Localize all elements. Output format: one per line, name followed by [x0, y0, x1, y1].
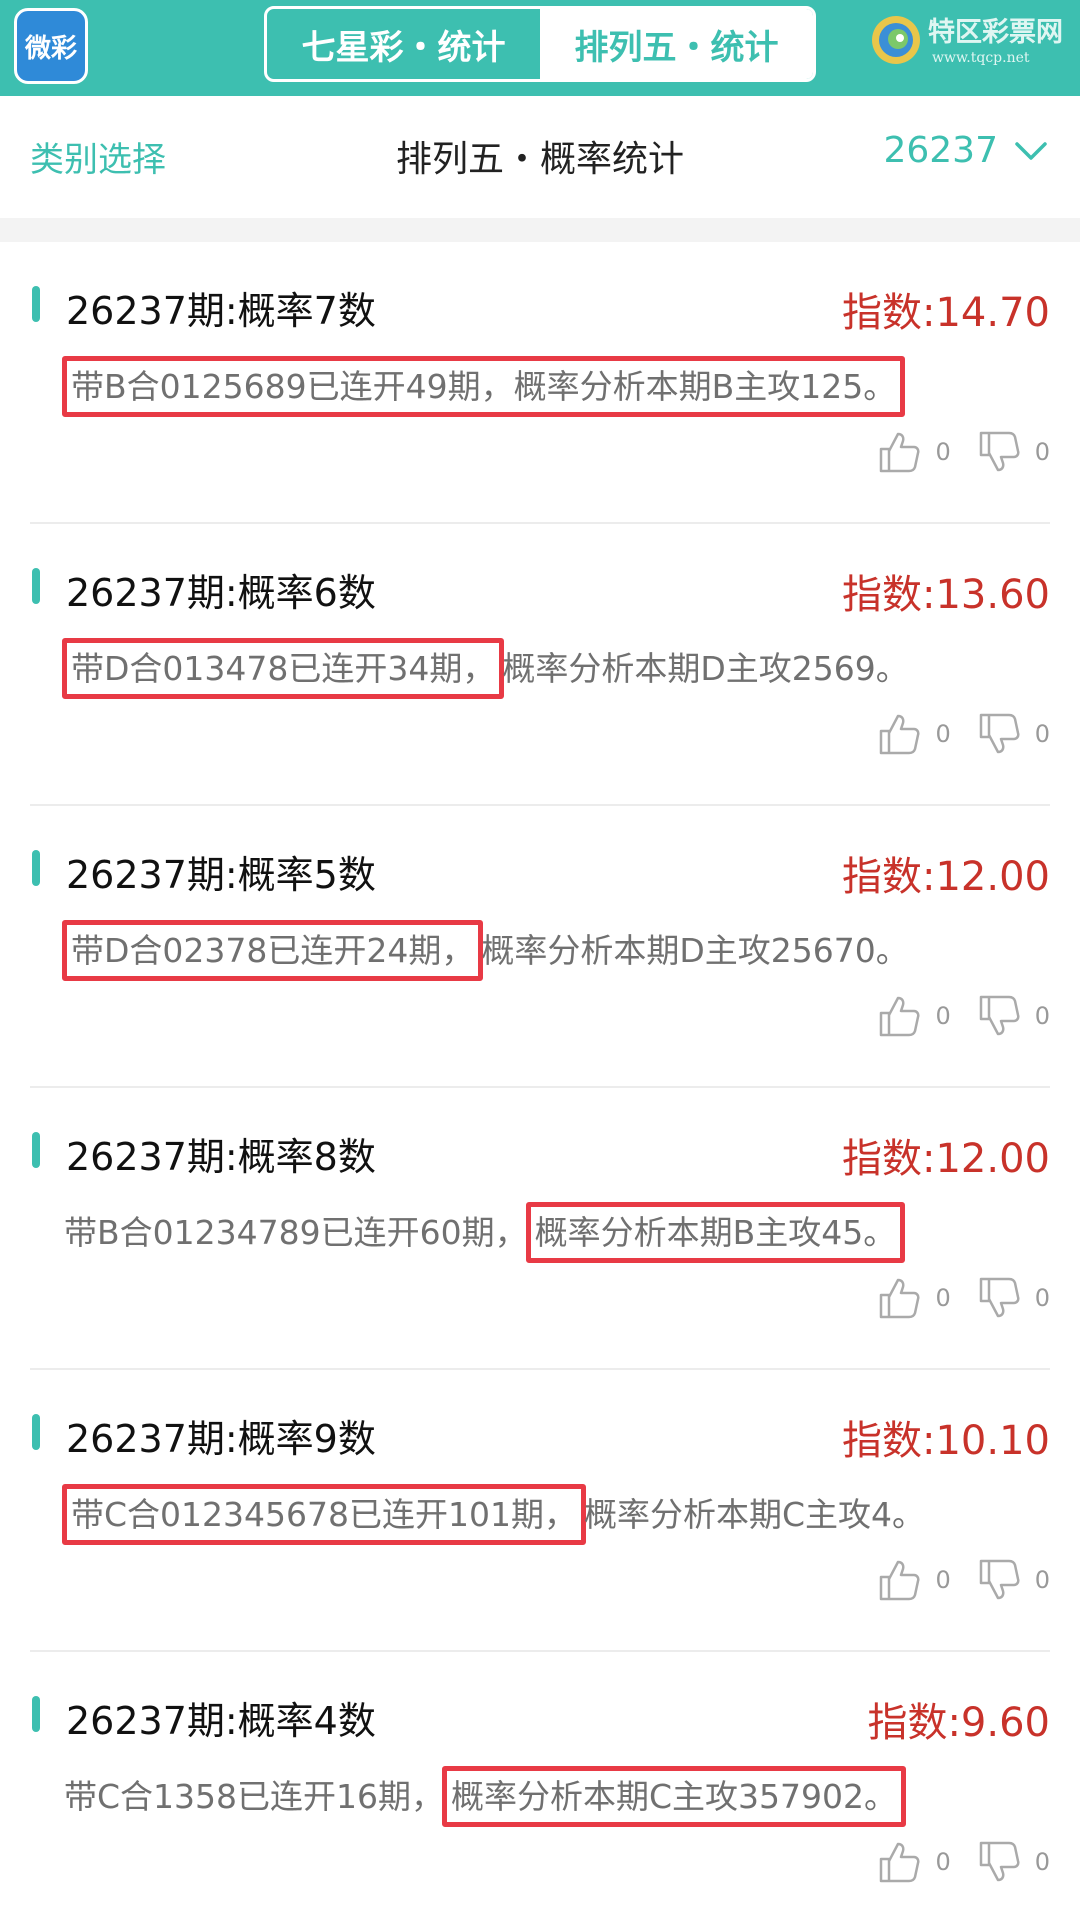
top-bar: 微彩 七星彩・统计 排列五・统计 特区彩票网 www.tqcp.net — [0, 0, 1080, 96]
desc-plain-after: 概率分析本期D主攻25670。 — [481, 931, 909, 970]
desc-highlighted: 概率分析本期B主攻45。 — [525, 1202, 906, 1263]
like-count: 0 — [935, 1848, 951, 1876]
card-description: 带D合013478已连开34期， 概率分析本期D主攻2569。 — [62, 638, 909, 699]
card-accent-bar — [32, 286, 40, 322]
tab-qixingcai[interactable]: 七星彩・统计 — [267, 9, 540, 79]
app-logo-text: 微彩 — [24, 33, 77, 64]
thumbs-up-icon — [880, 1842, 920, 1883]
card-accent-bar — [32, 850, 40, 886]
desc-highlighted: 带C合012345678已连开101期， — [62, 1484, 586, 1545]
card-index: 指数:14.70 — [842, 290, 1050, 336]
desc-highlighted: 带B合0125689已连开49期，概率分析本期B主攻125。 — [62, 356, 906, 417]
card-title: 26237期:概率5数 — [66, 853, 376, 897]
card-accent-bar — [32, 1132, 40, 1168]
desc-highlighted: 带D合02378已连开24期， — [62, 920, 484, 981]
like-count: 0 — [935, 1566, 951, 1594]
stat-card: 26237期:概率9数 指数:10.10 带C合012345678已连开101期… — [30, 1370, 1050, 1652]
card-index: 指数:12.00 — [842, 854, 1050, 900]
thumbs-up-icon — [880, 1278, 920, 1319]
chevron-down-icon — [1015, 141, 1047, 160]
card-title: 26237期:概率6数 — [66, 571, 376, 615]
stat-card: 26237期:概率4数 指数:9.60 带C合1358已连开16期， 概率分析本期… — [30, 1652, 1050, 1932]
card-description: 带C合1358已连开16期， 概率分析本期C主攻357902。 — [64, 1766, 907, 1827]
stat-card-list: 26237期:概率7数 指数:14.70 带B合0125689已连开49期，概率… — [0, 242, 1080, 1932]
vote-bar: 0 0 — [877, 1558, 1050, 1602]
card-description: 带D合02378已连开24期， 概率分析本期D主攻25670。 — [62, 920, 909, 981]
like-button[interactable]: 0 — [877, 712, 951, 756]
card-description: 带B合01234789已连开60期， 概率分析本期B主攻45。 — [64, 1202, 906, 1263]
thumbs-up-icon — [880, 714, 920, 755]
like-count: 0 — [935, 1002, 951, 1030]
card-accent-bar — [32, 568, 40, 604]
issue-number: 26237 — [883, 130, 998, 171]
dislike-button[interactable]: 0 — [977, 994, 1050, 1038]
card-title: 26237期:概率9数 — [66, 1417, 376, 1461]
like-button[interactable]: 0 — [877, 1276, 951, 1320]
thumbs-down-icon — [979, 1841, 1020, 1882]
like-count: 0 — [935, 720, 951, 748]
thumbs-up-icon — [880, 1560, 920, 1601]
brand-watermark: 特区彩票网 www.tqcp.net — [870, 8, 1070, 78]
dislike-button[interactable]: 0 — [977, 430, 1050, 474]
section-divider — [0, 218, 1080, 242]
stat-card: 26237期:概率8数 指数:12.00 带B合01234789已连开60期，概… — [30, 1088, 1050, 1370]
vote-bar: 0 0 — [877, 1276, 1050, 1320]
app-logo[interactable]: 微彩 — [14, 8, 88, 84]
card-title: 26237期:概率7数 — [66, 289, 376, 333]
thumbs-down-icon — [979, 1277, 1020, 1318]
stat-card: 26237期:概率7数 指数:14.70 带B合0125689已连开49期，概率… — [30, 242, 1050, 524]
dislike-button[interactable]: 0 — [977, 1558, 1050, 1602]
vote-bar: 0 0 — [877, 430, 1050, 474]
page-header: 类别选择 排列五・概率统计 26237 — [0, 96, 1080, 218]
like-button[interactable]: 0 — [877, 1558, 951, 1602]
brand-name: 特区彩票网 — [928, 17, 1063, 48]
vote-bar: 0 0 — [877, 994, 1050, 1038]
dislike-count: 0 — [1034, 1284, 1050, 1312]
dislike-count: 0 — [1034, 1566, 1050, 1594]
dislike-count: 0 — [1034, 720, 1050, 748]
stat-card: 26237期:概率6数 指数:13.60 带D合013478已连开34期， 概率分… — [30, 524, 1050, 806]
card-title: 26237期:概率4数 — [66, 1699, 376, 1743]
thumbs-up-icon — [880, 432, 920, 473]
desc-highlighted: 带D合013478已连开34期， — [62, 638, 505, 699]
issue-select-dropdown[interactable]: 26237 — [883, 130, 1048, 171]
vote-bar: 0 0 — [877, 1840, 1050, 1884]
card-description: 带C合012345678已连开101期， 概率分析本期C主攻4。 — [62, 1484, 926, 1545]
brand-url: www.tqcp.net — [932, 50, 1030, 66]
vote-bar: 0 0 — [877, 712, 1050, 756]
like-button[interactable]: 0 — [877, 1840, 951, 1884]
desc-plain-before: 带B合01234789已连开60期， — [64, 1213, 528, 1252]
dislike-button[interactable]: 0 — [977, 1840, 1050, 1884]
dislike-button[interactable]: 0 — [977, 712, 1050, 756]
like-count: 0 — [935, 438, 951, 466]
desc-highlighted: 概率分析本期C主攻357902。 — [442, 1766, 907, 1827]
card-index: 指数:10.10 — [842, 1418, 1050, 1464]
brand-swirl-icon — [872, 16, 920, 64]
dislike-count: 0 — [1034, 1002, 1050, 1030]
card-accent-bar — [32, 1414, 40, 1450]
card-description: 带B合0125689已连开49期，概率分析本期B主攻125。 — [62, 356, 906, 417]
thumbs-down-icon — [979, 1559, 1020, 1600]
thumbs-down-icon — [979, 431, 1020, 472]
thumbs-down-icon — [979, 995, 1020, 1036]
stat-card: 26237期:概率5数 指数:12.00 带D合02378已连开24期， 概率分析… — [30, 806, 1050, 1088]
lottery-tab-switcher: 七星彩・统计 排列五・统计 — [264, 6, 816, 82]
card-index: 指数:12.00 — [842, 1136, 1050, 1182]
tab-pailiewu[interactable]: 排列五・统计 — [540, 9, 813, 79]
thumbs-down-icon — [979, 713, 1020, 754]
card-title: 26237期:概率8数 — [66, 1135, 376, 1179]
like-count: 0 — [935, 1284, 951, 1312]
dislike-count: 0 — [1034, 438, 1050, 466]
dislike-count: 0 — [1034, 1848, 1050, 1876]
desc-plain-before: 带C合1358已连开16期， — [64, 1777, 445, 1816]
like-button[interactable]: 0 — [877, 994, 951, 1038]
card-accent-bar — [32, 1696, 40, 1732]
card-index: 指数:9.60 — [867, 1700, 1050, 1746]
thumbs-up-icon — [880, 996, 920, 1037]
desc-plain-after: 概率分析本期C主攻4。 — [584, 1495, 926, 1534]
card-index: 指数:13.60 — [842, 572, 1050, 618]
like-button[interactable]: 0 — [877, 430, 951, 474]
dislike-button[interactable]: 0 — [977, 1276, 1050, 1320]
desc-plain-after: 概率分析本期D主攻2569。 — [502, 649, 909, 688]
